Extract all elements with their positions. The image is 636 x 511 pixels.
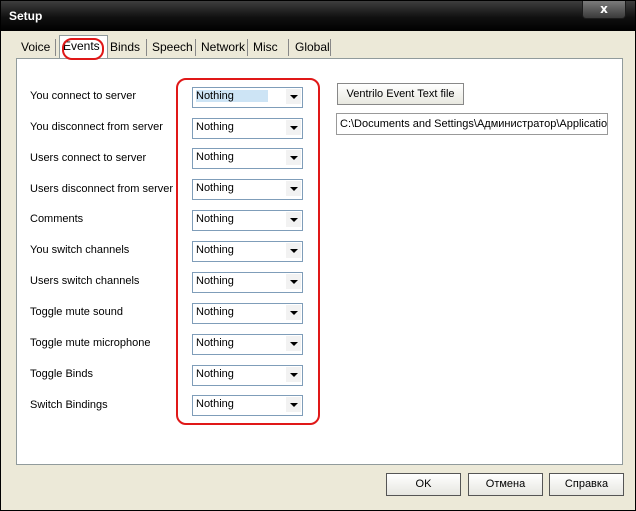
tab-divider — [288, 39, 289, 56]
title-bar[interactable]: Setup x — [1, 1, 635, 31]
close-icon: x — [600, 2, 608, 16]
tab-speech[interactable]: Speech — [148, 37, 196, 58]
event-text-path-field[interactable]: C:\Documents and Settings\Администратор\… — [336, 113, 608, 135]
tab-voice[interactable]: Voice — [17, 37, 55, 58]
dropdowns-highlight — [176, 78, 320, 425]
events-tab-highlight — [62, 38, 104, 60]
tab-divider — [55, 39, 56, 56]
tab-divider — [247, 39, 248, 56]
tab-network[interactable]: Network — [197, 37, 249, 58]
event-text-file-button[interactable]: Ventrilo Event Text file — [337, 83, 464, 105]
event-label: You connect to server — [30, 90, 136, 102]
close-button[interactable]: x — [582, 1, 626, 19]
setup-window: Setup x Voice Events Binds Speech Networ… — [0, 0, 636, 511]
tab-global[interactable]: Global — [291, 37, 335, 58]
event-label: Users connect to server — [30, 152, 147, 164]
event-label: Users switch channels — [30, 275, 140, 287]
tab-misc[interactable]: Misc — [249, 37, 285, 58]
event-label: Switch Bindings — [30, 399, 108, 411]
tab-divider — [330, 39, 331, 56]
event-label: Comments — [30, 213, 84, 225]
event-label: Users disconnect from server — [30, 183, 174, 195]
event-label: Toggle mute microphone — [30, 337, 151, 349]
tab-divider — [146, 39, 147, 56]
cancel-button[interactable]: Отмена — [468, 473, 543, 496]
event-label: You switch channels — [30, 244, 130, 256]
tab-divider — [195, 39, 196, 56]
ok-button[interactable]: OK — [386, 473, 461, 496]
help-button[interactable]: Справка — [549, 473, 624, 496]
event-label: Toggle mute sound — [30, 306, 123, 318]
window-title: Setup — [9, 9, 43, 23]
event-label: Toggle Binds — [30, 368, 93, 380]
event-label: You disconnect from server — [30, 121, 163, 133]
tab-binds[interactable]: Binds — [106, 37, 146, 58]
